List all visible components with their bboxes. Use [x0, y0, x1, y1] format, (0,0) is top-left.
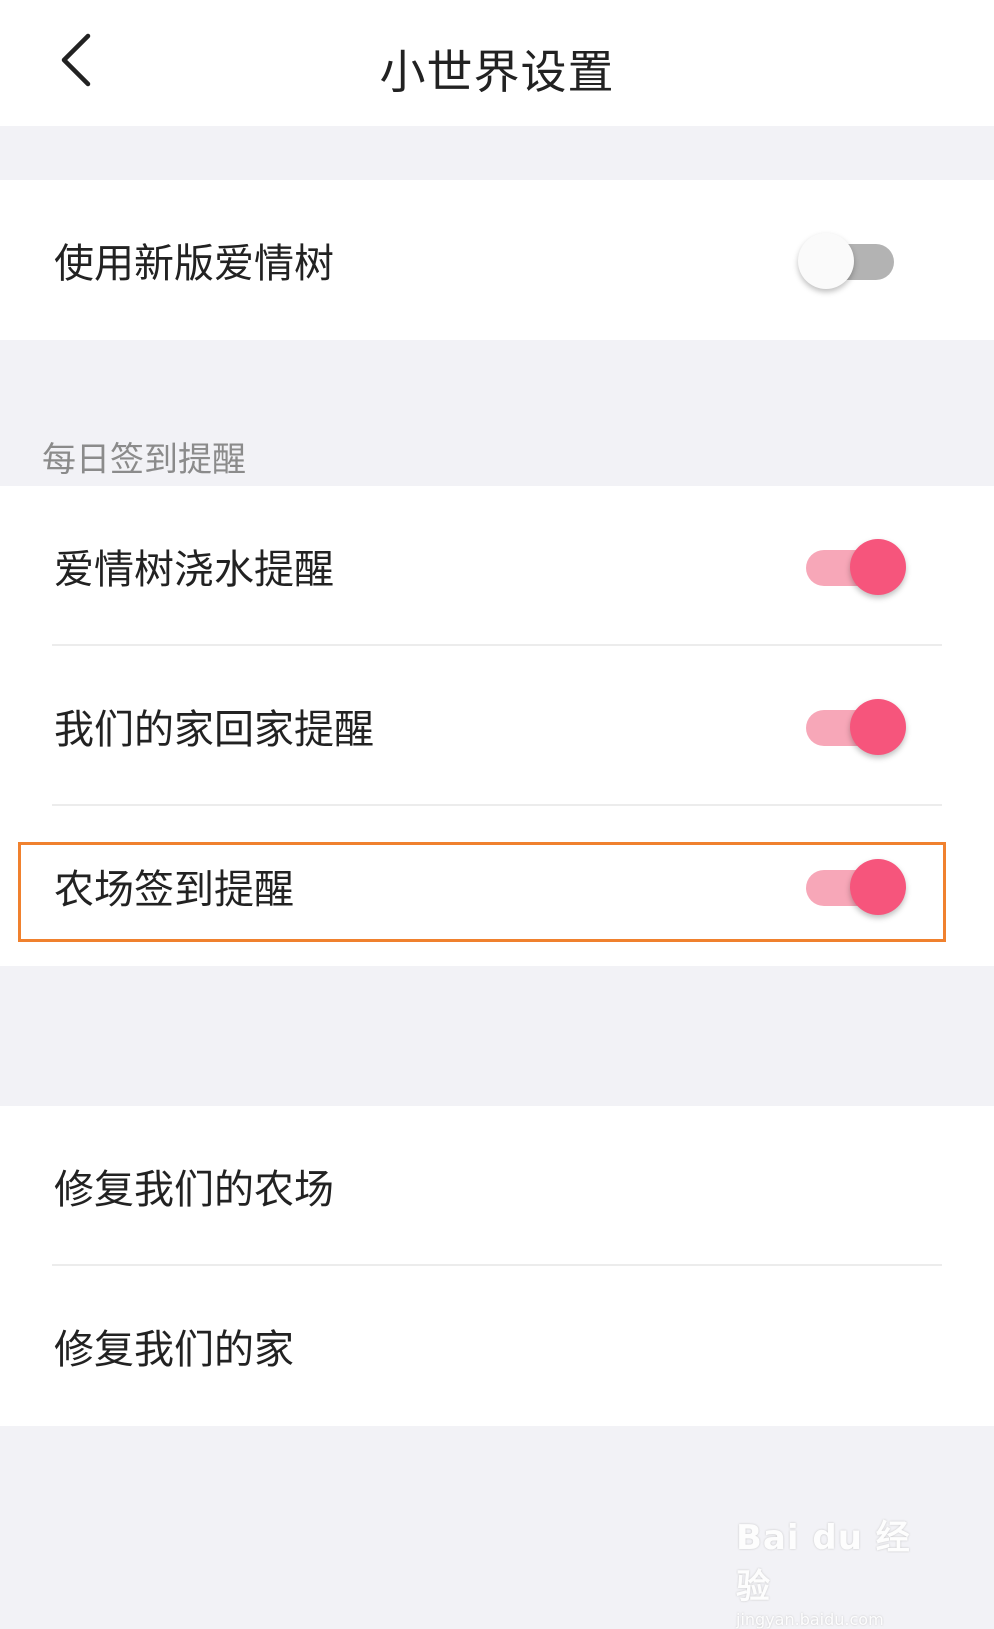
reminder-settings-section: 爱情树浇水提醒 我们的家回家提醒 农场签到提醒 — [0, 486, 994, 966]
setting-label: 农场签到提醒 — [54, 867, 294, 913]
section-header-daily-checkin: 每日签到提醒 — [42, 440, 246, 480]
watering-reminder-toggle[interactable] — [806, 536, 906, 596]
repair-farm-row[interactable]: 修复我们的农场 — [0, 1106, 994, 1266]
watermark-url: jingyan.baidu.com — [736, 1610, 884, 1629]
setting-label: 爱情树浇水提醒 — [54, 547, 334, 593]
top-settings-section: 使用新版爱情树 — [0, 180, 994, 340]
home-reminder-toggle[interactable] — [806, 696, 906, 756]
setting-label: 我们的家回家提醒 — [54, 707, 374, 753]
toggle-thumb — [850, 699, 906, 755]
baidu-jingyan-watermark: Bai du 经验 jingyan.baidu.com — [736, 1510, 936, 1629]
toggle-thumb — [850, 539, 906, 595]
setting-label: 修复我们的农场 — [54, 1167, 334, 1213]
nav-header: 小世界设置 — [0, 0, 994, 126]
toggle-thumb — [798, 233, 854, 289]
toggle-thumb — [850, 859, 906, 915]
setting-label: 修复我们的家 — [54, 1327, 294, 1373]
repair-home-row[interactable]: 修复我们的家 — [0, 1266, 994, 1426]
setting-row-farm-checkin-reminder[interactable]: 农场签到提醒 — [0, 806, 994, 966]
setting-row-new-love-tree[interactable]: 使用新版爱情树 — [0, 180, 994, 340]
repair-section: 修复我们的农场 修复我们的家 — [0, 1106, 994, 1426]
farm-checkin-reminder-toggle[interactable] — [806, 856, 906, 916]
new-love-tree-toggle[interactable] — [798, 230, 898, 290]
setting-row-watering-reminder[interactable]: 爱情树浇水提醒 — [0, 486, 994, 646]
setting-row-home-reminder[interactable]: 我们的家回家提醒 — [0, 646, 994, 806]
setting-label: 使用新版爱情树 — [54, 241, 334, 287]
page-title: 小世界设置 — [379, 45, 615, 99]
watermark-logo-text: Bai du 经验 — [736, 1518, 911, 1607]
